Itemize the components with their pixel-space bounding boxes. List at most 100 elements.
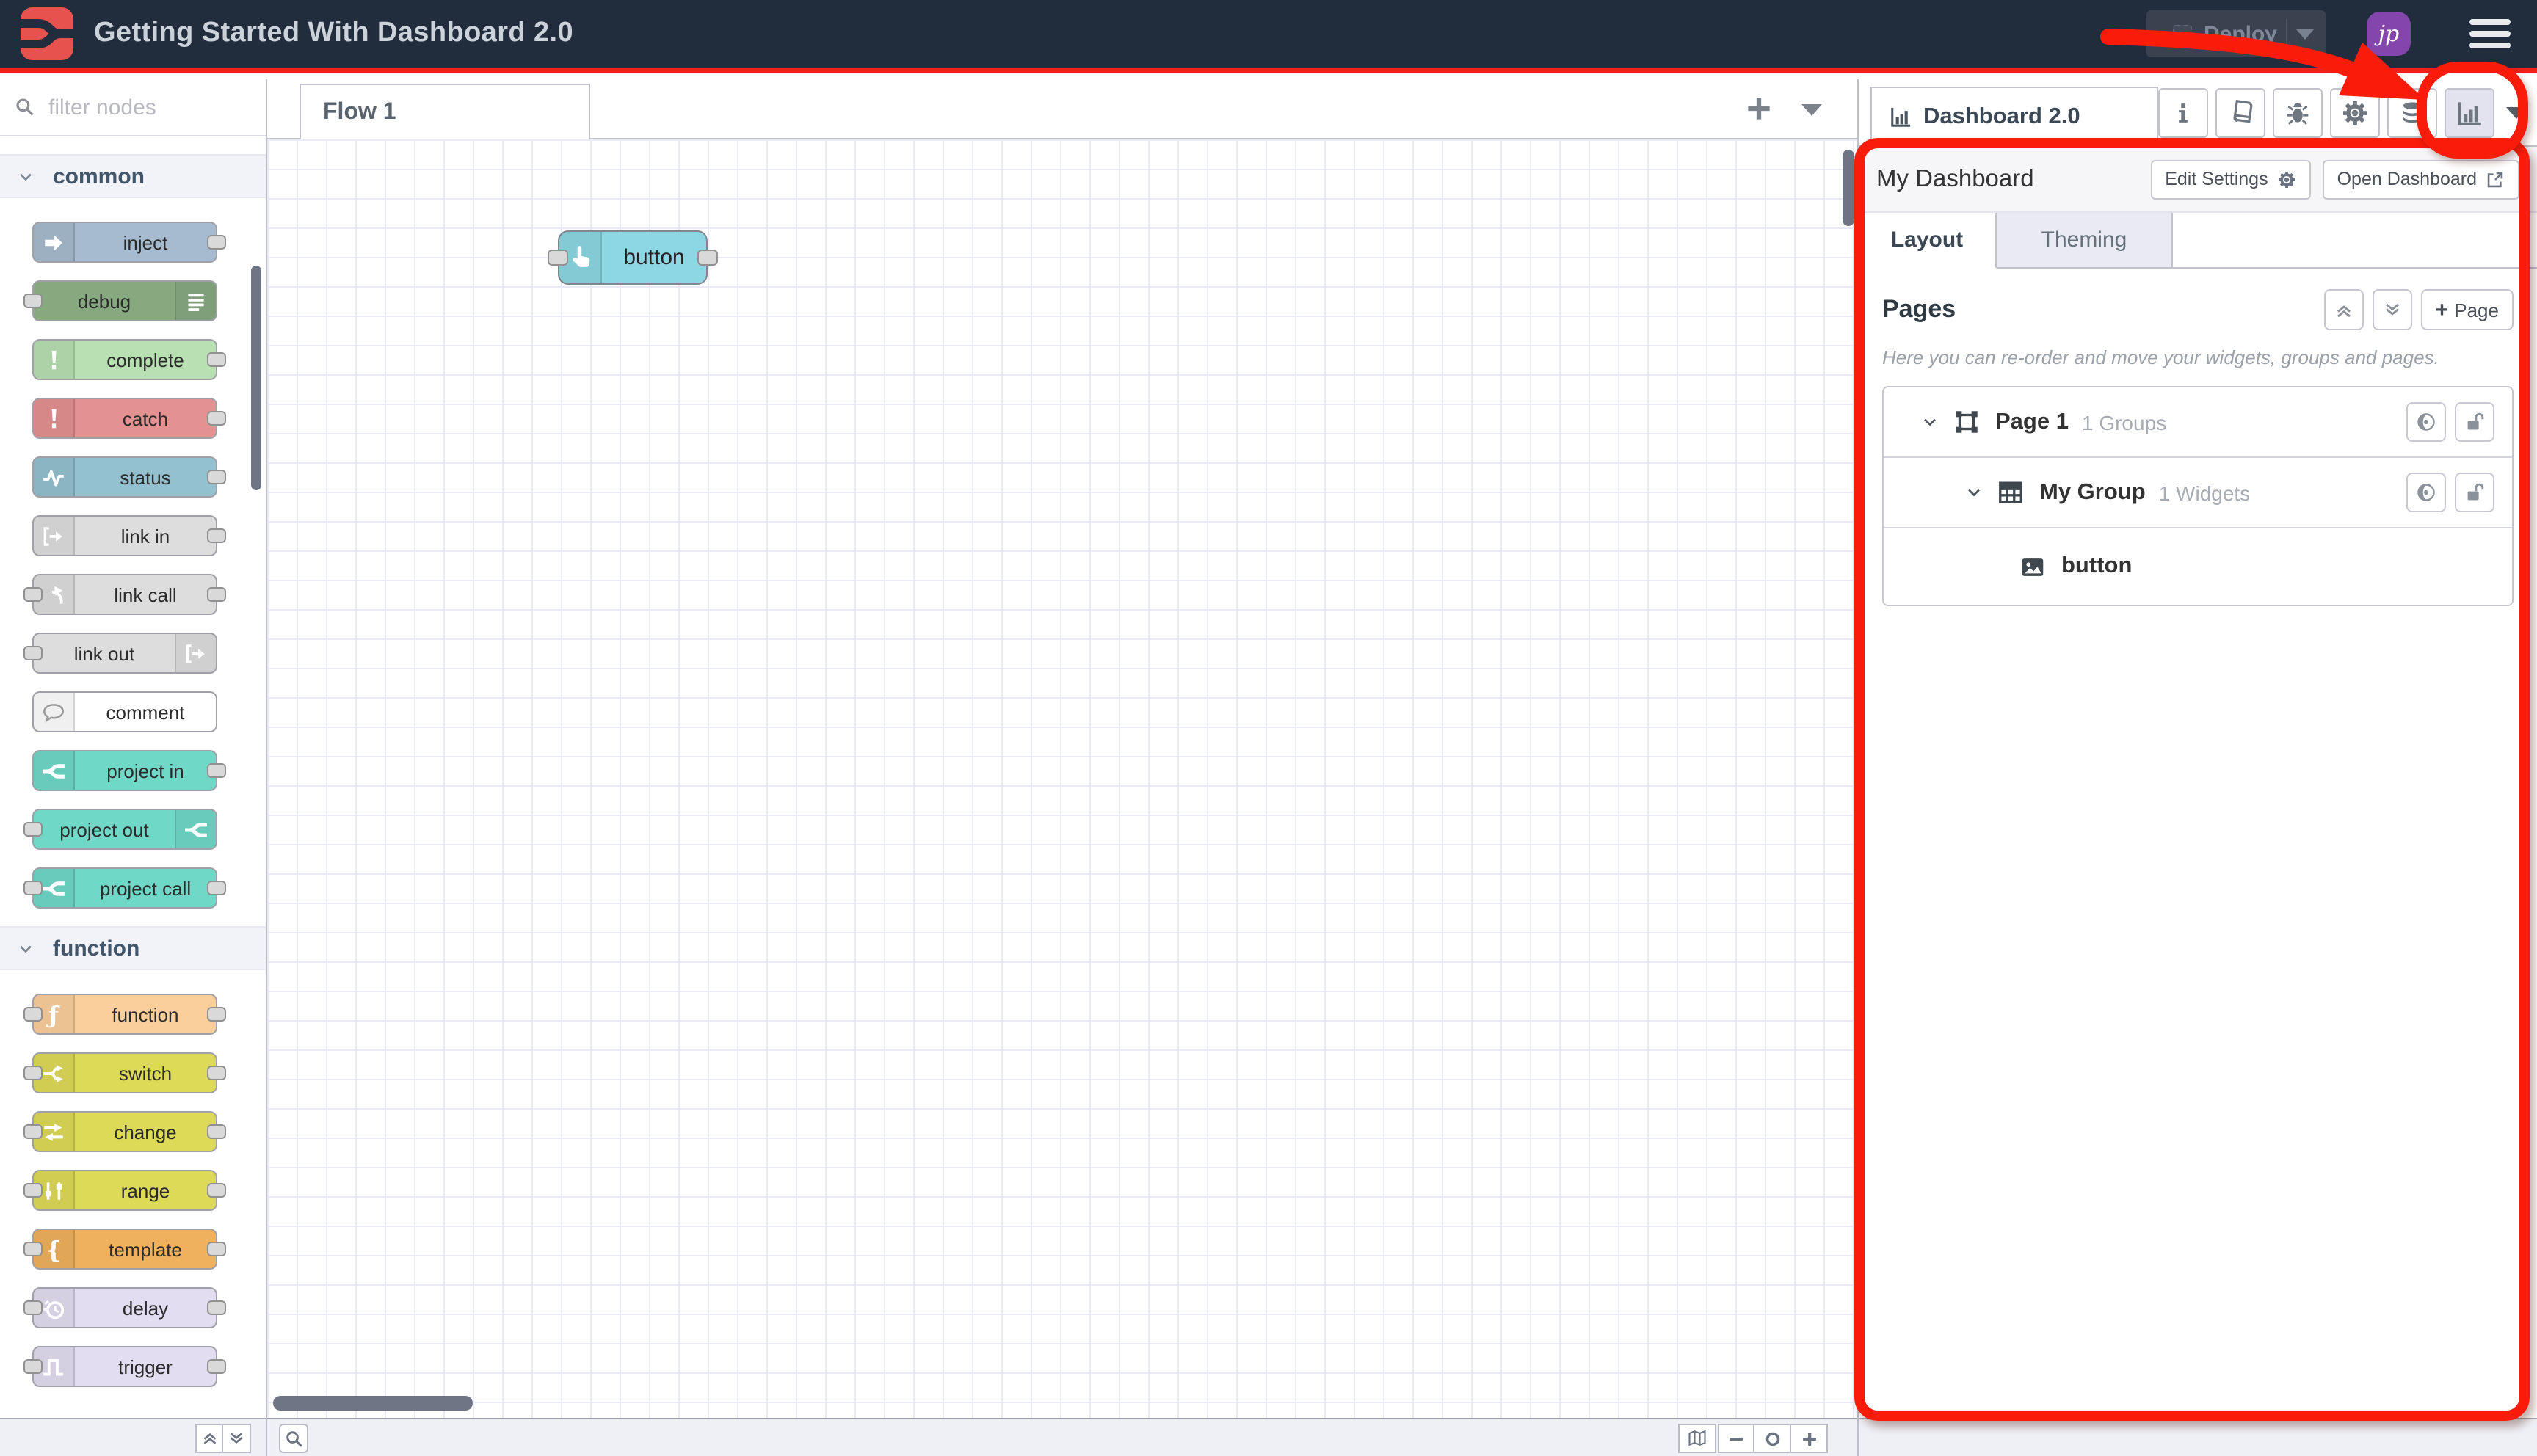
palette-node-project-call[interactable]: project call [32, 867, 217, 909]
output-port[interactable] [207, 587, 226, 602]
filter-nodes-input[interactable] [46, 93, 207, 121]
deploy-options-caret-icon[interactable] [2296, 29, 2314, 39]
eye-icon [2415, 411, 2437, 433]
palette-node-comment[interactable]: comment [32, 691, 217, 732]
palette-node-catch[interactable]: catch [32, 398, 217, 439]
palette-node-project-out[interactable]: project out [32, 809, 217, 850]
output-port[interactable] [207, 1066, 226, 1080]
output-port[interactable] [207, 1183, 226, 1198]
output-port[interactable] [207, 1359, 226, 1374]
output-port[interactable] [207, 1124, 226, 1139]
chevron-down-icon[interactable] [1922, 414, 1938, 430]
output-port[interactable] [207, 1007, 226, 1022]
sidebar-button-layers[interactable] [2387, 87, 2437, 137]
input-port[interactable] [23, 1183, 43, 1198]
output-port[interactable] [207, 411, 226, 426]
gear-icon [2342, 99, 2368, 125]
palette-node-link-out[interactable]: link out [32, 633, 217, 674]
output-port[interactable] [207, 1242, 226, 1256]
output-port[interactable] [207, 881, 226, 895]
palette-node-range[interactable]: range [32, 1170, 217, 1211]
tab-theming[interactable]: Theming [1997, 213, 2173, 267]
visibility-button[interactable] [2406, 473, 2446, 512]
palette-scrollbar[interactable] [251, 266, 261, 490]
tab-layout[interactable]: Layout [1859, 213, 1997, 269]
palette-node-complete[interactable]: complete [32, 339, 217, 380]
input-port[interactable] [23, 881, 43, 895]
user-avatar[interactable]: jp [2367, 12, 2411, 56]
canvas-horizontal-scrollbar[interactable] [273, 1396, 473, 1410]
collapse-all-button[interactable] [195, 1423, 223, 1452]
input-port[interactable] [23, 1066, 43, 1080]
move-up-button[interactable] [2324, 289, 2364, 330]
input-port[interactable] [548, 250, 568, 266]
input-port[interactable] [23, 1124, 43, 1139]
edit-settings-button[interactable]: Edit Settings [2150, 159, 2310, 199]
main-menu-button[interactable] [2469, 19, 2511, 48]
deploy-button[interactable]: Deploy [2146, 10, 2326, 57]
tree-row-button[interactable]: button [1884, 528, 2512, 605]
zoom-out-button[interactable] [1718, 1424, 1754, 1453]
output-port[interactable] [207, 352, 226, 367]
tree-row-page-1[interactable]: Page 11 Groups [1884, 387, 2512, 458]
palette-category-function[interactable]: function [0, 926, 266, 970]
palette-node-trigger[interactable]: trigger [32, 1346, 217, 1387]
output-port[interactable] [207, 528, 226, 543]
open-dashboard-button[interactable]: Open Dashboard [2323, 159, 2519, 199]
sidebar-button-gear[interactable] [2330, 87, 2380, 137]
layers-icon [2399, 99, 2425, 125]
input-port[interactable] [23, 646, 43, 660]
zoom-reset-button[interactable] [1754, 1424, 1791, 1453]
palette-node-status[interactable]: status [32, 456, 217, 498]
arrow-icon [34, 223, 75, 261]
add-flow-button[interactable] [1746, 95, 1772, 122]
palette-node-inject[interactable]: inject [32, 222, 217, 263]
input-port[interactable] [23, 1300, 43, 1315]
sidebar-tab-dashboard[interactable]: Dashboard 2.0 [1870, 87, 2158, 145]
comment-icon [34, 693, 75, 731]
canvas-search-button[interactable] [279, 1424, 308, 1453]
output-port[interactable] [207, 235, 226, 250]
zoom-in-button[interactable] [1791, 1424, 1828, 1453]
sidebar-button-bug[interactable] [2273, 87, 2323, 137]
expand-all-button[interactable] [223, 1423, 251, 1452]
palette-node-function[interactable]: ƒfunction [32, 994, 217, 1035]
chevron-down-icon[interactable] [1966, 484, 1982, 500]
sidebar-button-info[interactable] [2158, 87, 2208, 137]
tab-flow-1[interactable]: Flow 1 [300, 84, 590, 139]
input-port[interactable] [23, 1242, 43, 1256]
palette-node-project-in[interactable]: project in [32, 750, 217, 791]
add-page-button[interactable]: + Page [2421, 289, 2514, 330]
sidebar-button-book[interactable] [2215, 87, 2265, 137]
palette-node-change[interactable]: change [32, 1111, 217, 1152]
palette-node-debug[interactable]: debug [32, 280, 217, 321]
output-port[interactable] [697, 250, 718, 266]
lock-button[interactable] [2455, 473, 2494, 512]
input-port[interactable] [23, 1359, 43, 1374]
canvas-node-button[interactable]: button [558, 230, 708, 285]
palette-category-common[interactable]: common [0, 154, 266, 198]
input-port[interactable] [23, 1007, 43, 1022]
canvas-grid[interactable]: button [267, 139, 1857, 1418]
output-port[interactable] [207, 763, 226, 778]
palette-node-link-call[interactable]: link call [32, 574, 217, 615]
palette-node-delay[interactable]: delay [32, 1287, 217, 1328]
input-port[interactable] [23, 294, 43, 308]
palette-node-switch[interactable]: switch [32, 1052, 217, 1093]
sidebar-menu-caret-icon[interactable] [2506, 106, 2527, 118]
sidebar-button-chart[interactable] [2445, 87, 2494, 137]
flow-list-caret-icon[interactable] [1801, 104, 1822, 116]
move-down-button[interactable] [2373, 289, 2412, 330]
tree-row-my-group[interactable]: My Group1 Widgets [1884, 458, 2512, 528]
palette-node-link-in[interactable]: link in [32, 515, 217, 556]
canvas-vertical-scrollbar[interactable] [1843, 150, 1854, 226]
output-port[interactable] [207, 470, 226, 484]
output-port[interactable] [207, 1300, 226, 1315]
palette-search[interactable] [0, 79, 266, 136]
visibility-button[interactable] [2406, 402, 2446, 442]
input-port[interactable] [23, 587, 43, 602]
input-port[interactable] [23, 822, 43, 837]
lock-button[interactable] [2455, 402, 2494, 442]
palette-node-template[interactable]: {template [32, 1228, 217, 1270]
minimap-button[interactable] [1678, 1424, 1716, 1453]
